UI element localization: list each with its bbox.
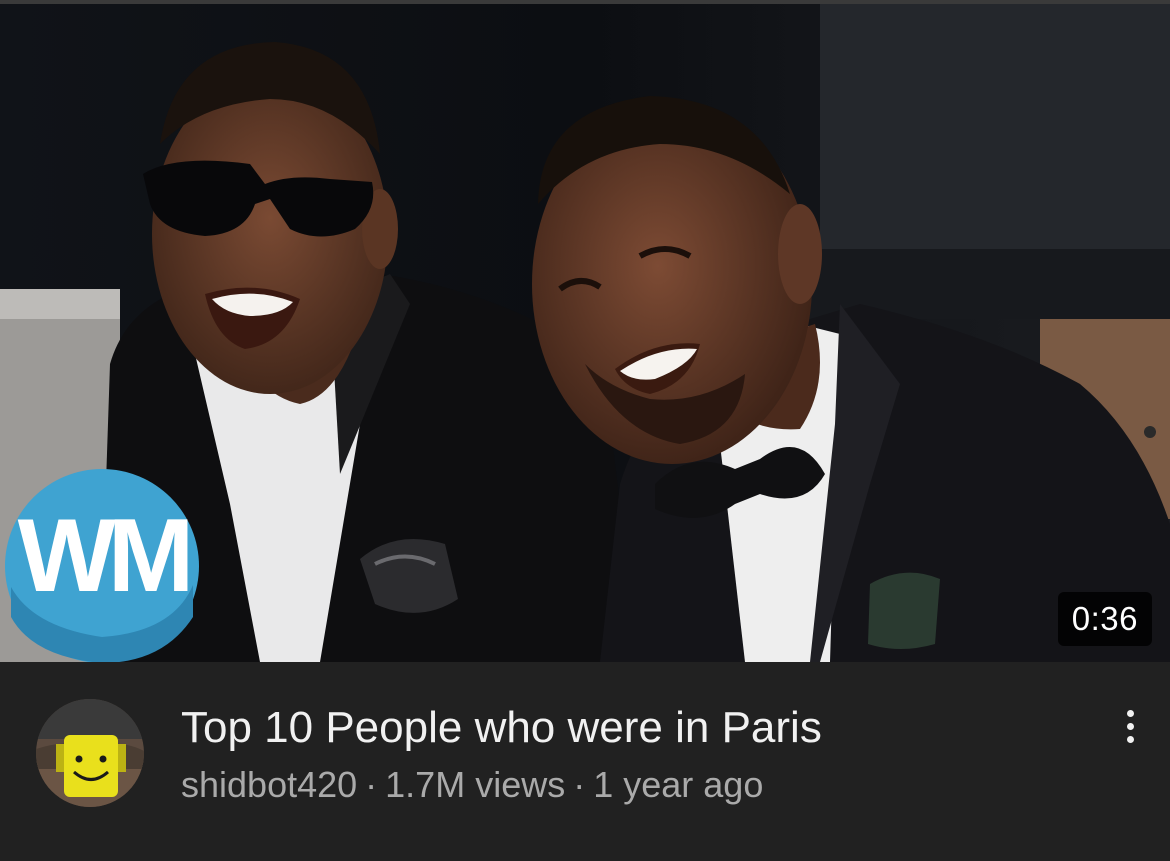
channel-name[interactable]: shidbot420 xyxy=(181,764,357,805)
channel-avatar[interactable] xyxy=(36,699,144,807)
upload-age: 1 year ago xyxy=(593,764,764,805)
logo-text: WM xyxy=(18,498,188,614)
view-count: 1.7M views xyxy=(385,764,566,805)
video-info: Top 10 People who were in Paris shidbot4… xyxy=(0,662,1170,861)
watchmojo-logo: WM xyxy=(3,467,201,662)
duration-badge: 0:36 xyxy=(1057,592,1152,646)
avatar-image xyxy=(36,699,144,807)
kebab-dot xyxy=(1126,735,1134,743)
more-vert-icon[interactable] xyxy=(1106,700,1154,752)
meta-separator: · xyxy=(573,764,586,805)
kebab-dot xyxy=(1126,722,1134,730)
meta-separator: · xyxy=(365,764,378,805)
video-meta: shidbot420 · 1.7M views · 1 year ago xyxy=(181,764,763,806)
video-thumbnail[interactable]: WM 0:36 xyxy=(0,4,1170,662)
video-title[interactable]: Top 10 People who were in Paris xyxy=(181,702,822,754)
kebab-dot xyxy=(1126,709,1134,717)
